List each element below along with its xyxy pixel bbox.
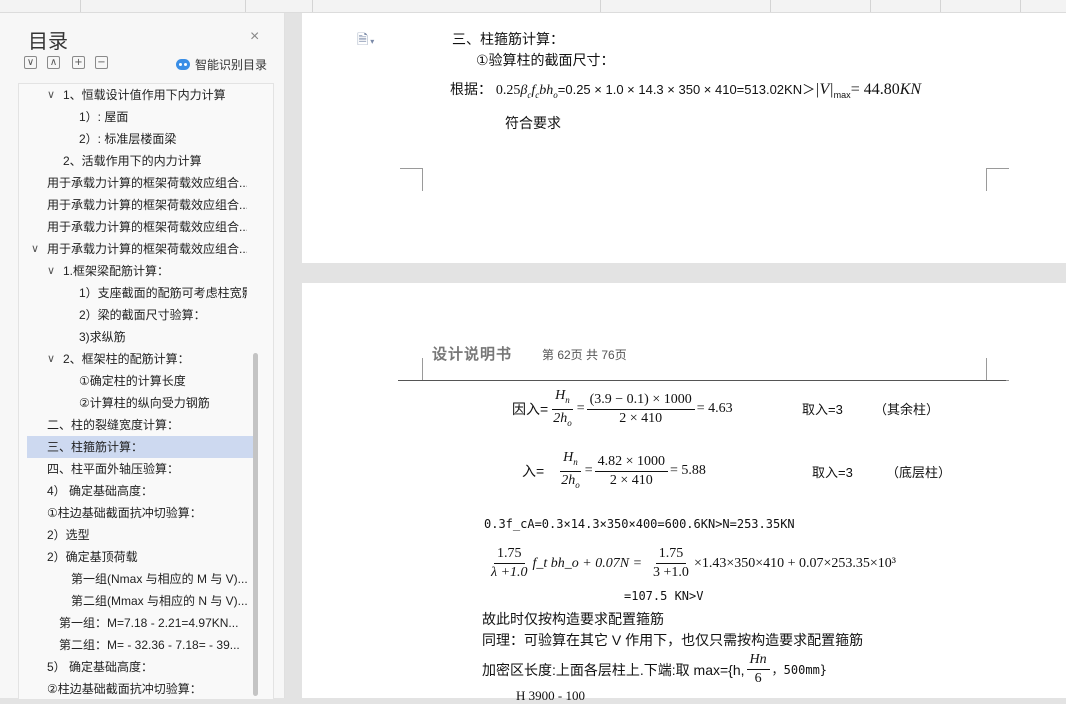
- compression-check: 0.3f_cA=0.3×14.3×350×400=600.6KN>N=253.3…: [484, 517, 795, 531]
- toc-scrollbar[interactable]: [253, 353, 258, 696]
- document-page-bottom: 设计说明书 第 62页 共 76页 因入= Hn 2ho = (3.9 − 0.1…: [302, 283, 1066, 703]
- body-text-2: 同理：可验算在其它 V 作用下，也仅只需按构造要求配置箍筋: [482, 632, 864, 648]
- toc-item[interactable]: 第一组(Nmax 与相应的 M 与 V)...: [27, 568, 247, 590]
- dropdown-arrow-icon[interactable]: ▾: [370, 37, 374, 46]
- formula-line: 根据： 0.25βcfcbho=0.25 × 1.0 × 14.3 × 350 …: [450, 81, 922, 100]
- crop-mark: [986, 358, 1009, 381]
- add-level-button[interactable]: +: [72, 56, 85, 69]
- chevron-down-icon[interactable]: ∨: [47, 260, 57, 282]
- smart-recognize-toc-button[interactable]: 智能识别目录: [176, 56, 267, 73]
- toc-item[interactable]: ①柱边基础截面抗冲切验算：: [27, 502, 247, 524]
- cut-off-formula: H 3900 - 100: [516, 688, 585, 703]
- toc-item[interactable]: 用于承载力计算的框架荷载效应组合...: [27, 172, 247, 194]
- toc-item[interactable]: ∨ 用于承载力计算的框架荷载效应组合...: [27, 238, 247, 260]
- lambda-formula-1: 因入= Hn 2ho = (3.9 − 0.1) × 1000 2 × 410 = …: [512, 388, 733, 428]
- lambda-note-1: （其余柱）: [874, 402, 940, 417]
- crop-mark: [400, 358, 423, 381]
- result-text: 符合要求: [505, 115, 561, 131]
- toc-item[interactable]: 1）支座截面的配筋可考虑柱宽影响...: [27, 282, 247, 304]
- toc-item[interactable]: 5） 确定基础高度：: [27, 656, 247, 678]
- toc-item[interactable]: 2）梁的截面尺寸验算：: [27, 304, 247, 326]
- remove-level-button[interactable]: −: [95, 56, 108, 69]
- toc-item[interactable]: 2）: 标准层楼面梁: [27, 128, 247, 150]
- toc-item[interactable]: 4） 确定基础高度：: [27, 480, 247, 502]
- toc-item[interactable]: 2、活载作用下的内力计算: [27, 150, 247, 172]
- body-text-1: 故此时仅按构造要求配置箍筋: [482, 611, 664, 627]
- toc-item[interactable]: 第二组：M= - 32.36 - 7.18= - 39...: [27, 634, 247, 656]
- move-up-button[interactable]: ∧: [47, 56, 60, 69]
- toc-item[interactable]: 第一组：M=7.18 - 2.21=4.97KN...: [27, 612, 247, 634]
- toc-list: ∨ 1、恒载设计值作用下内力计算 1）: 屋面 2）: 标准层楼面梁 2、活载作用…: [18, 83, 274, 700]
- chevron-down-icon[interactable]: ∨: [47, 84, 57, 106]
- toc-sidebar: 目录 × ∨ ∧ + − 智能识别目录 ∨ 1、恒载设计值作用下内力计算 1）: …: [0, 13, 285, 700]
- toc-item[interactable]: ②柱边基础截面抗冲切验算：: [27, 678, 247, 699]
- smart-recognize-label: 智能识别目录: [195, 58, 268, 72]
- document-page-top: 🗎 ▾ 三、柱箍筋计算： ①验算柱的截面尺寸： 根据： 0.25βcfcbho=0…: [302, 13, 1066, 263]
- header-rule: [398, 380, 1006, 381]
- toc-item[interactable]: 四、柱平面外轴压验算：: [27, 458, 247, 480]
- lambda-formula-2: 入= Hn 2ho = 4.82 × 1000 2 × 410 = 5.88: [522, 450, 706, 490]
- toc-item[interactable]: 2）选型: [27, 524, 247, 546]
- toc-item[interactable]: 第二组(Mmax 与相应的 N 与 V)...: [27, 590, 247, 612]
- crop-mark: [986, 168, 1009, 191]
- toc-item[interactable]: ∨ 1.框架梁配筋计算：: [27, 260, 247, 282]
- chevron-down-icon[interactable]: ∨: [31, 238, 41, 260]
- toc-item[interactable]: 用于承载力计算的框架荷载效应组合...: [27, 194, 247, 216]
- toc-item[interactable]: ∨ 1、恒载设计值作用下内力计算: [27, 84, 247, 106]
- body-text-3: 加密区长度:上面各层柱上.下端:取 max={h, Hn 6 ，500mm}: [482, 652, 828, 686]
- shear-result: =107.5 KN>V: [624, 589, 704, 603]
- document-icon[interactable]: 🗎 ▾: [357, 29, 374, 53]
- toc-item[interactable]: 3)求纵筋: [27, 326, 247, 348]
- toc-item[interactable]: ∨ 2、框架柱的配筋计算：: [27, 348, 247, 370]
- top-toolbar-strip: [0, 0, 1066, 13]
- section-heading: 三、柱箍筋计算：: [452, 31, 564, 47]
- toc-item[interactable]: 2）确定基顶荷载: [27, 546, 247, 568]
- sidebar-title: 目录: [28, 31, 68, 53]
- lambda-take-1: 取入=3: [802, 402, 843, 417]
- shear-capacity-formula: 1.75 λ +1.0 f_t bh_o + 0.07N = 1.75 3 +1.0…: [491, 546, 897, 580]
- subsection-heading: ①验算柱的截面尺寸：: [476, 52, 615, 68]
- collapse-all-button[interactable]: ∨: [24, 56, 37, 69]
- lambda-note-2: （底层柱）: [886, 465, 952, 480]
- crop-mark: [400, 168, 423, 191]
- toc-item[interactable]: 用于承载力计算的框架荷载效应组合...: [27, 216, 247, 238]
- lambda-take-2: 取入=3: [812, 465, 853, 480]
- chevron-down-icon[interactable]: ∨: [47, 348, 57, 370]
- toc-item[interactable]: 二、柱的裂缝宽度计算：: [27, 414, 247, 436]
- toc-item[interactable]: 1）: 屋面: [27, 106, 247, 128]
- robot-icon: [176, 59, 190, 70]
- toc-item-selected[interactable]: 三、柱箍筋计算：: [27, 436, 253, 458]
- page-header-title: 设计说明书: [432, 345, 513, 363]
- close-icon[interactable]: ×: [250, 28, 259, 46]
- toc-item[interactable]: ①确定柱的计算长度: [27, 370, 247, 392]
- toc-item[interactable]: ②计算柱的纵向受力钢筋: [27, 392, 247, 414]
- page-number: 第 62页 共 76页: [542, 348, 627, 362]
